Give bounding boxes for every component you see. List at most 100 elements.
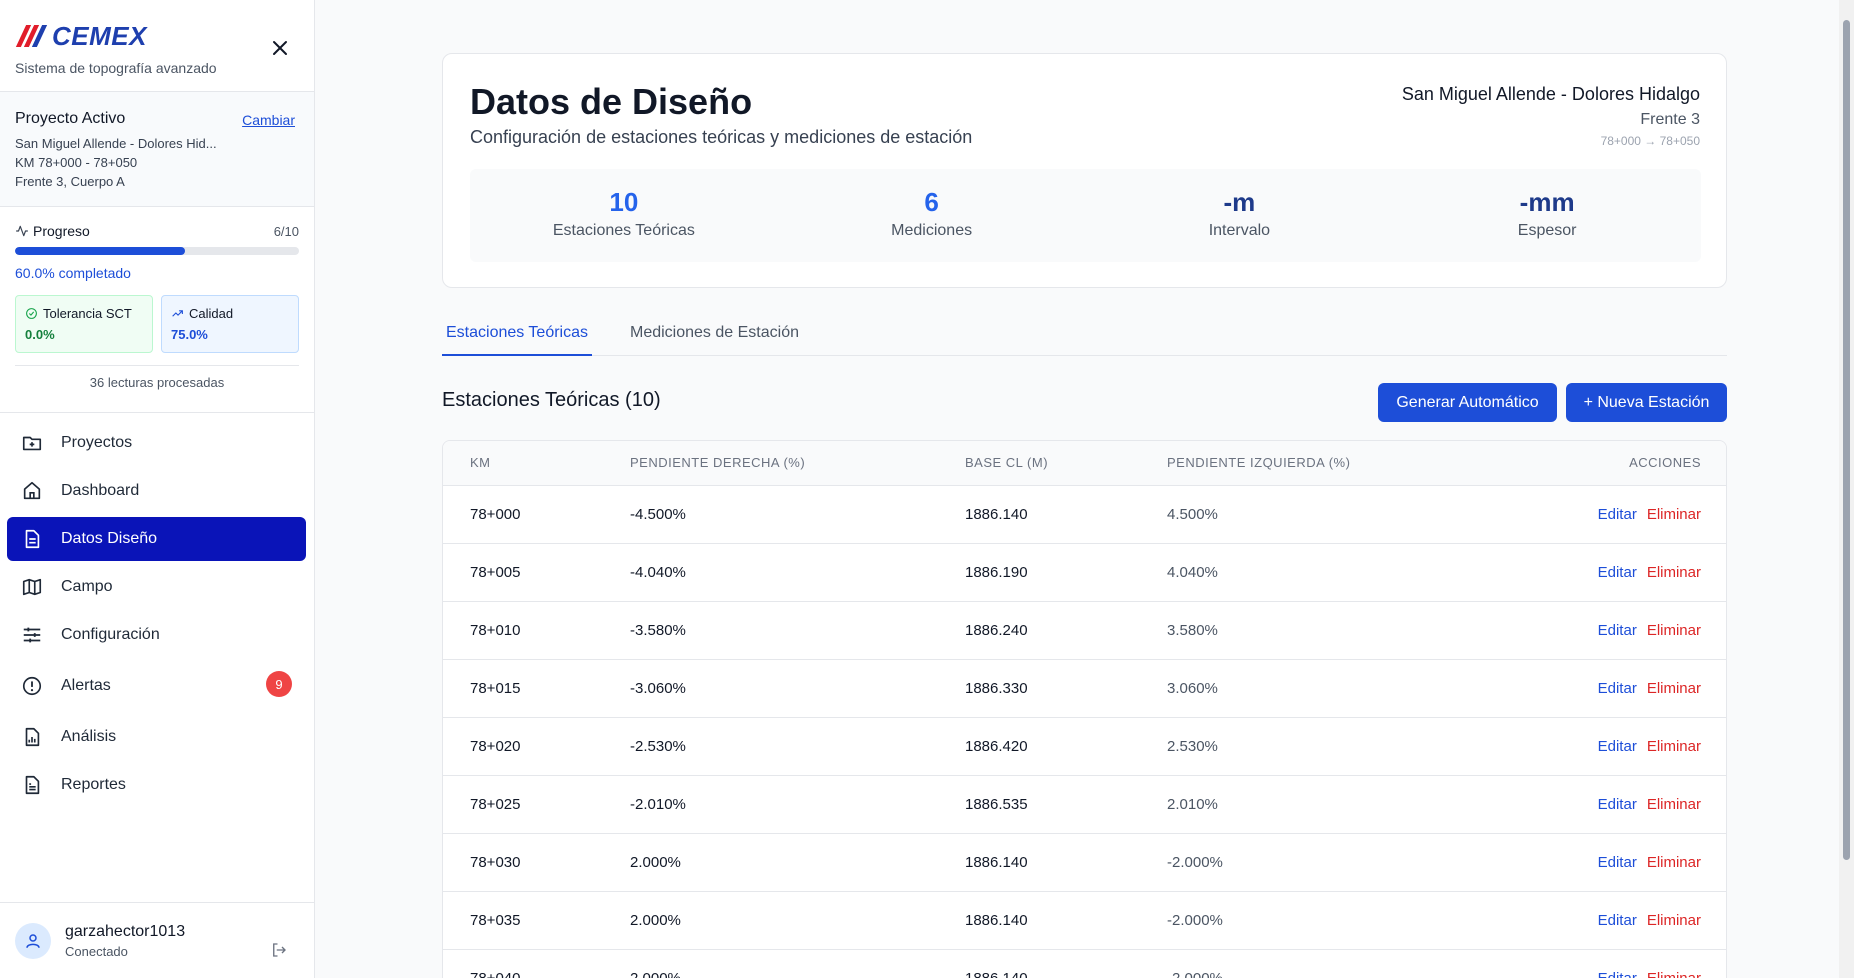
alert-circle-icon (21, 675, 43, 697)
col-km: KM (443, 441, 630, 486)
nav-item-reportes[interactable]: Reportes (7, 763, 306, 807)
cell-pendiente-izquierda: -2.000% (1167, 949, 1496, 978)
readings-count: 36 lecturas procesadas (15, 365, 299, 390)
cell-actions: Editar Eliminar (1495, 543, 1726, 602)
quality-value: 75.0% (171, 327, 208, 342)
delete-button[interactable]: Eliminar (1647, 680, 1701, 697)
delete-button[interactable]: Eliminar (1647, 796, 1701, 813)
nav-item-analisis[interactable]: Análisis (7, 715, 306, 759)
close-icon[interactable] (268, 36, 292, 60)
header-front: Frente 3 (1640, 111, 1700, 128)
col-acciones: ACCIONES (1495, 441, 1726, 486)
project-name: San Miguel Allende - Dolores Hid... (15, 136, 217, 151)
progress-percent: 60.0% completado (15, 265, 131, 281)
metric-label: Espesor (1517, 222, 1577, 239)
nav-label: Datos Diseño (61, 530, 158, 547)
nav-label: Reportes (61, 776, 126, 793)
logout-icon[interactable] (270, 941, 288, 964)
edit-button[interactable]: Editar (1598, 622, 1637, 639)
table-row: 78+015 -3.060% 1886.330 3.060% Editar Elimina… (443, 659, 1726, 718)
cell-pendiente-izquierda: 3.580% (1167, 601, 1496, 660)
edit-button[interactable]: Editar (1598, 680, 1637, 697)
user-avatar-icon (15, 922, 51, 959)
cell-pendiente-derecha: -3.580% (630, 601, 965, 660)
edit-button[interactable]: Editar (1598, 796, 1637, 813)
scrollbar-thumb[interactable] (1843, 20, 1850, 860)
sidebar: CEMEX Sistema de topografía avanzado Pro… (0, 0, 315, 978)
cell-km: 78+010 (443, 601, 630, 660)
alerts-badge: 9 (266, 671, 292, 697)
cell-pendiente-derecha: 2.000% (630, 891, 965, 950)
edit-button[interactable]: Editar (1598, 912, 1637, 929)
nav-item-configuracion[interactable]: Configuración (7, 613, 306, 657)
document-icon (21, 528, 43, 550)
edit-button[interactable]: Editar (1598, 738, 1637, 755)
cell-actions: Editar Eliminar (1495, 949, 1726, 978)
nav-label: Dashboard (61, 482, 140, 499)
nav-item-alertas[interactable]: Alertas 9 (7, 661, 306, 711)
table-body: 78+000 -4.500% 1886.140 4.500% Editar Elimina… (443, 485, 1726, 978)
metric-label: Mediciones (891, 222, 973, 239)
header-km-range: 78+000 → 78+050 (1600, 134, 1700, 148)
header-card: Datos de Diseño Configuración de estacio… (442, 53, 1727, 288)
table-row: 78+035 2.000% 1886.140 -2.000% Editar Elimina… (443, 891, 1726, 950)
table-row: 78+025 -2.010% 1886.535 2.010% Editar Elimina… (443, 775, 1726, 834)
metrics-bar: 10 Estaciones Teóricas 6 Mediciones -m I… (470, 169, 1701, 262)
nav-label: Alertas (61, 677, 111, 694)
header-project-name: San Miguel Allende - Dolores Hidalgo (1401, 84, 1700, 104)
nav-label: Campo (61, 578, 113, 595)
active-project-panel: Proyecto Activo Cambiar San Miguel Allen… (0, 92, 314, 207)
progress-bar (15, 247, 299, 255)
quality-card: Calidad 75.0% (161, 295, 299, 353)
cell-pendiente-izquierda: 2.010% (1167, 775, 1496, 834)
brand-subtitle: Sistema de topografía avanzado (15, 60, 217, 76)
cell-base-cl: 1886.140 (965, 833, 1167, 892)
cell-pendiente-izquierda: -2.000% (1167, 891, 1496, 950)
delete-button[interactable]: Eliminar (1647, 912, 1701, 929)
cell-pendiente-izquierda: 4.040% (1167, 543, 1496, 602)
tolerance-value: 0.0% (25, 327, 55, 342)
delete-button[interactable]: Eliminar (1647, 854, 1701, 871)
change-project-link[interactable]: Cambiar (242, 112, 295, 128)
project-front: Frente 3, Cuerpo A (15, 174, 125, 189)
tab-estaciones-teoricas[interactable]: Estaciones Teóricas (442, 316, 592, 356)
cell-pendiente-derecha: 2.000% (630, 833, 965, 892)
delete-button[interactable]: Eliminar (1647, 622, 1701, 639)
scrollbar[interactable] (1839, 0, 1854, 978)
table-row: 78+030 2.000% 1886.140 -2.000% Editar Elimina… (443, 833, 1726, 892)
nav-item-dashboard[interactable]: Dashboard (7, 469, 306, 513)
cell-actions: Editar Eliminar (1495, 833, 1726, 892)
cell-pendiente-izquierda: 4.500% (1167, 485, 1496, 544)
nav-item-proyectos[interactable]: Proyectos (7, 421, 306, 465)
brand-header: CEMEX Sistema de topografía avanzado (0, 0, 314, 92)
generate-auto-button[interactable]: Generar Automático (1378, 383, 1557, 422)
cell-pendiente-derecha: 2.000% (630, 949, 965, 978)
edit-button[interactable]: Editar (1598, 970, 1637, 978)
cell-actions: Editar Eliminar (1495, 485, 1726, 544)
tabs: Estaciones Teóricas Mediciones de Estaci… (442, 316, 1727, 356)
tab-mediciones-estacion[interactable]: Mediciones de Estación (626, 316, 803, 356)
delete-button[interactable]: Eliminar (1647, 738, 1701, 755)
tolerance-card: Tolerancia SCT 0.0% (15, 295, 153, 353)
new-station-button[interactable]: + Nueva Estación (1566, 383, 1727, 422)
delete-button[interactable]: Eliminar (1647, 506, 1701, 523)
table-row: 78+040 2.000% 1886.140 -2.000% Editar Elimina… (443, 949, 1726, 978)
delete-button[interactable]: Eliminar (1647, 564, 1701, 581)
edit-button[interactable]: Editar (1598, 506, 1637, 523)
delete-button[interactable]: Eliminar (1647, 970, 1701, 978)
metric-label: Estaciones Teóricas (552, 222, 695, 239)
quality-label: Calidad (189, 306, 234, 321)
metric-label: Intervalo (1208, 222, 1271, 239)
nav-item-datos-diseno[interactable]: Datos Diseño (7, 517, 306, 561)
cell-km: 78+000 (443, 485, 630, 544)
check-circle-icon (26, 308, 37, 319)
cell-pendiente-izquierda: 2.530% (1167, 717, 1496, 776)
edit-button[interactable]: Editar (1598, 564, 1637, 581)
table-row: 78+005 -4.040% 1886.190 4.040% Editar Elimina… (443, 543, 1726, 602)
nav-item-campo[interactable]: Campo (7, 565, 306, 609)
edit-button[interactable]: Editar (1598, 854, 1637, 871)
stations-table: KM PENDIENTE DERECHA (%) BASE CL (M) PEN… (443, 441, 1726, 978)
cell-actions: Editar Eliminar (1495, 775, 1726, 834)
metric-thickness: -mm Espesor (1393, 169, 1701, 262)
nav-label: Análisis (61, 728, 117, 745)
